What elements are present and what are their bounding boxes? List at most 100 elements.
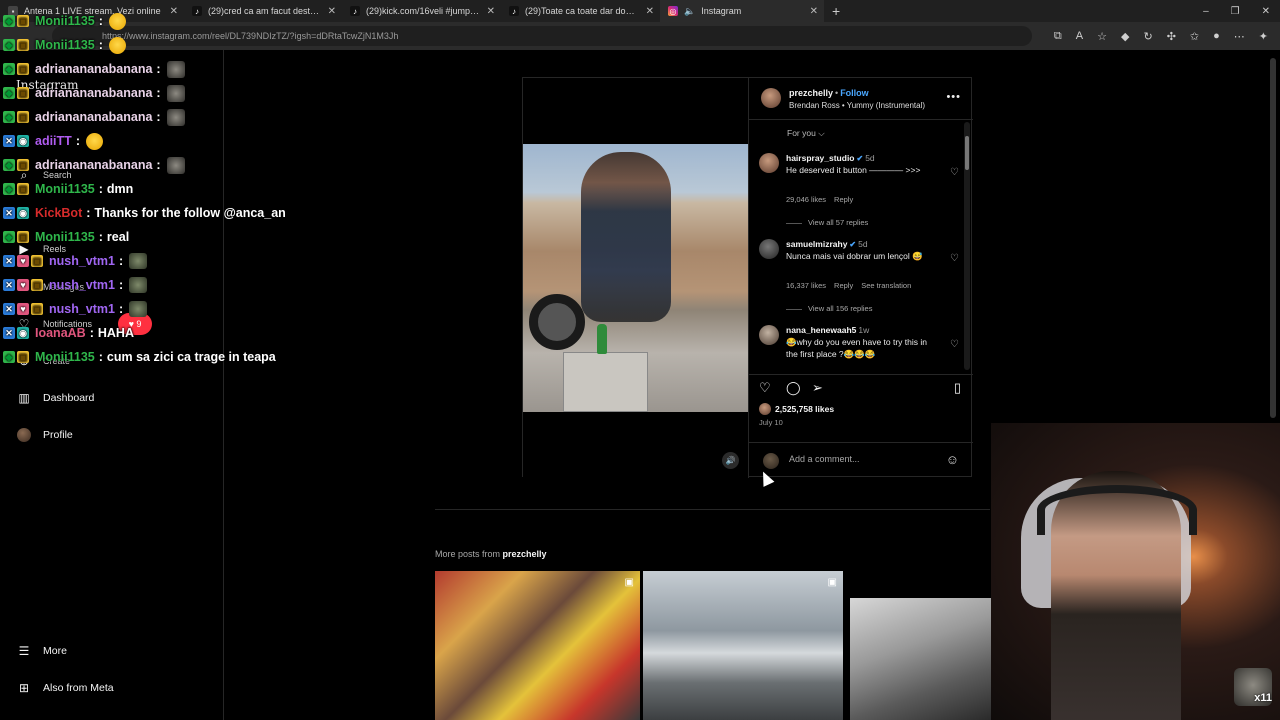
comments-scrollbar-thumb[interactable] [965,136,969,170]
chat-separator: : [98,38,103,52]
chat-username[interactable]: KickBot [35,206,82,220]
close-icon[interactable]: ✕ [810,6,818,17]
video-frame[interactable] [523,144,748,412]
verified-icon: ✔ [849,240,857,249]
comment-time[interactable]: 1w [858,325,869,335]
view-replies-button[interactable]: View all 57 replies [786,218,868,227]
copilot-icon[interactable]: ✦ [1259,30,1268,43]
window-close-icon[interactable]: ✕ [1262,6,1270,17]
blue-badge-icon: ✕ [3,279,15,291]
speaker-icon[interactable]: 🔈 [684,6,695,17]
more-post-thumbnail[interactable] [850,598,991,720]
sort-label: For you [787,128,816,138]
commenter-avatar[interactable] [759,325,779,345]
url-input[interactable]: https://www.instagram.com/reel/DL739NDIz… [52,26,1032,46]
read-aloud-icon[interactable]: A [1076,30,1083,42]
sidebar-item-also-from-meta[interactable]: ⊞ Also from Meta [16,680,114,696]
instagram-icon: ◎ [668,6,678,16]
chat-message: ◆ ▣ Monii1135: [3,11,126,31]
more-options-icon[interactable]: ••• [946,91,961,103]
comment-sort-dropdown[interactable]: For you ⌵ [787,128,825,139]
follow-button[interactable]: Follow [840,88,869,98]
gold-badge-icon: ▣ [17,159,29,171]
comment-time[interactable]: 5d [865,153,874,163]
chat-username[interactable]: adrianananabanana [35,110,152,124]
green-badge-icon: ◆ [3,87,15,99]
favorite-star-icon[interactable]: ☆ [1097,30,1107,43]
favorites-icon[interactable]: ✩ [1190,30,1199,43]
bookmark-icon[interactable]: ▯ [954,380,961,396]
like-comment-icon[interactable]: ♡ [950,339,959,350]
chat-username[interactable]: nush_vtm1 [49,302,115,316]
add-comment-input[interactable]: Add a comment... [789,454,860,464]
commenter-username[interactable]: nana_henewaah5 [786,325,856,335]
browser-tab[interactable]: ♪ (29)kick.com/16veli #jumpscare # ✕ [342,0,501,22]
reply-button[interactable]: Reply [834,281,853,290]
more-post-thumbnail[interactable]: ▣ [435,571,640,720]
chat-username[interactable]: Monii1135 [35,182,95,196]
commenter-avatar[interactable] [759,153,779,173]
commenter-avatar[interactable] [759,239,779,259]
chat-username[interactable]: Monii1135 [35,14,95,28]
new-tab-button[interactable]: + [832,3,840,19]
chat-username[interactable]: adrianananabanana [35,158,152,172]
share-send-icon[interactable]: ➢ [812,380,823,396]
audio-track[interactable]: Brendan Ross • Yummy (Instrumental) [789,101,925,110]
author-avatar[interactable] [761,88,781,108]
reply-button[interactable]: Reply [834,195,853,204]
more-posts-user[interactable]: prezchelly [503,549,547,559]
likes-count[interactable]: 2,525,758 likes [759,403,834,415]
extension-icon[interactable]: ◆ [1121,30,1129,43]
comment-text: Nunca mais vai dobrar um lençol 😅 [786,251,923,261]
comment-likes[interactable]: 16,337 likes [786,281,826,290]
browser-tab-active[interactable]: ◎ 🔈 Instagram ✕ [660,0,824,22]
maximize-icon[interactable]: ❐ [1231,6,1240,17]
chat-message: ✕ ♥ ▣ nush_vtm1: [3,299,148,319]
page-scrollbar[interactable] [1270,58,1276,418]
like-heart-icon[interactable]: ♡ [759,380,771,396]
emoji-icon[interactable]: ☺ [946,452,959,467]
close-icon[interactable]: ✕ [487,6,495,17]
like-comment-icon[interactable]: ♡ [950,253,959,264]
browser-tab[interactable]: ♪ (29)cred ca am facut destul de cl ✕ [184,0,342,22]
chat-separator: : [119,254,124,268]
chat-username[interactable]: nush_vtm1 [49,254,115,268]
profile-icon[interactable]: ● [1213,30,1220,42]
browser-tab[interactable]: ♪ (29)Toate ca toate dar domnu Jag ✕ [501,0,660,22]
more-post-thumbnail[interactable]: ▣ [643,571,843,720]
mute-button[interactable]: 🔊 [722,452,739,469]
comment-bubble-icon[interactable]: ◯ [786,380,801,396]
chat-username[interactable]: adrianananabanana [35,86,152,100]
sidebar-item-profile[interactable]: Profile [16,427,73,443]
close-icon[interactable]: ✕ [646,6,654,17]
chat-username[interactable]: Monii1135 [35,350,95,364]
author-username[interactable]: prezchelly [789,88,833,98]
commenter-username[interactable]: samuelmizrahy [786,239,847,249]
close-icon[interactable]: ✕ [328,6,336,17]
chat-username[interactable]: nush_vtm1 [49,278,115,292]
sidebar-item-dashboard[interactable]: ▥ Dashboard [16,390,94,406]
dashboard-icon: ▥ [18,391,30,405]
chat-message: ◆ ▣ Monii1135: real [3,227,129,247]
comment-time[interactable]: 5d [858,239,867,249]
see-translation-link[interactable]: See translation [861,281,911,290]
reel-video[interactable]: 🔊 [523,78,748,478]
like-comment-icon[interactable]: ♡ [950,167,959,178]
chat-username[interactable]: adiiTT [35,134,72,148]
chat-username[interactable]: adrianananabanana [35,62,152,76]
chat-username[interactable]: IoanaAB [35,326,86,340]
refresh-extension-icon[interactable]: ↻ [1143,30,1152,43]
comment-item: nana_henewaah5 1w 😂why do you even have t… [759,325,965,371]
view-replies-button[interactable]: View all 156 replies [786,304,872,313]
puzzle-icon[interactable]: ✣ [1167,30,1176,43]
close-icon[interactable]: ✕ [170,6,178,17]
minimize-icon[interactable]: – [1203,6,1209,17]
app-icon[interactable]: ⧉ [1054,30,1062,43]
sidebar-item-more[interactable]: ☰ More [16,643,67,659]
commenter-username[interactable]: hairspray_studio [786,153,855,163]
post-date[interactable]: July 10 [759,418,783,427]
comment-likes[interactable]: 29,046 likes [786,195,826,204]
chat-username[interactable]: Monii1135 [35,230,95,244]
menu-icon[interactable]: ⋯ [1234,30,1245,43]
chat-username[interactable]: Monii1135 [35,38,95,52]
